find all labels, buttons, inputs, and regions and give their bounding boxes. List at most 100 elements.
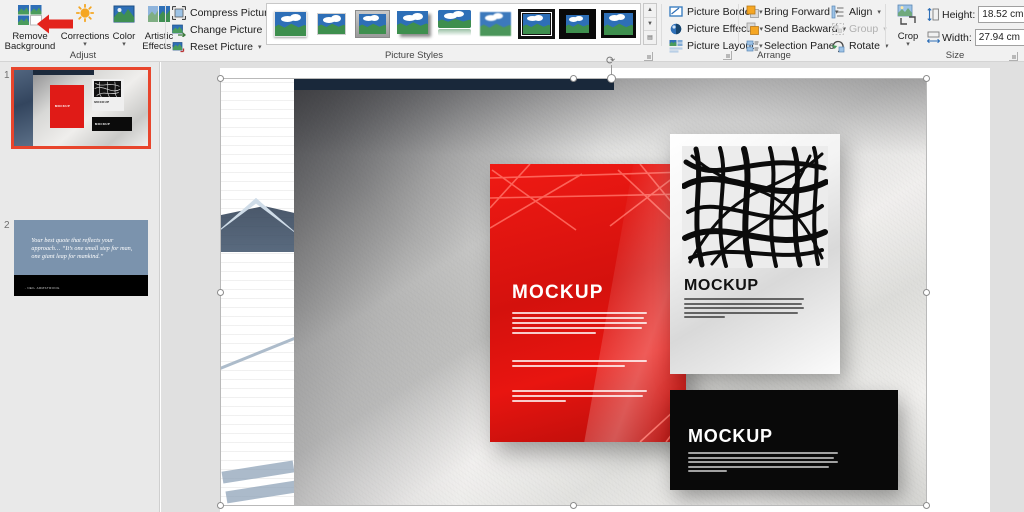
width-field-row: Width: 27.94 cm ▲▼ [926, 29, 1024, 46]
resize-handle-bottom-right[interactable] [923, 502, 930, 509]
thumb1-white-label: MOCKUP [94, 100, 110, 105]
dark-top-band [294, 78, 614, 90]
width-input[interactable]: 27.94 cm [974, 29, 1024, 46]
picture-style-simple-frame-white[interactable] [272, 9, 309, 39]
slide-thumbnail-2[interactable]: Your best quote that reflects your appro… [14, 220, 148, 296]
color-caret-icon[interactable]: ▾ [107, 41, 141, 48]
red-annotation-arrow-icon [36, 14, 74, 39]
resize-handle-top-center[interactable] [570, 75, 577, 82]
thumb2-quote-text: Your best quote that reflects your appro… [31, 236, 133, 260]
white-poster-title: MOCKUP [684, 277, 759, 294]
height-field-row: Height: 18.52 cm ▲▼ [927, 6, 1024, 23]
picture-style-thick-matte-black[interactable] [559, 9, 596, 39]
black-poster-body-text [688, 452, 838, 475]
resize-handle-middle-left[interactable] [217, 289, 224, 296]
picture-style-beveled-matte-white[interactable] [313, 9, 350, 39]
group-label: Group [849, 22, 879, 35]
blue-wall-stairs-photo [220, 78, 294, 506]
red-poster-paragraph-3 [512, 390, 647, 405]
slide-thumbnail-1[interactable]: MOCKUP MOCKUP MOCKUP [11, 67, 151, 149]
size-dialog-launcher[interactable] [1008, 49, 1019, 61]
group-label-adjust: Adjust [69, 50, 97, 61]
ribbon-group-picture-styles: ▲ ▼ ▤ Picture Styles [166, 0, 662, 62]
rotate-handle-icon[interactable]: ⟳ [606, 54, 615, 67]
picture-style-metal-frame[interactable] [354, 9, 391, 39]
slide-canvas[interactable]: ⟳ MOCKUP MOCKUP MOCKUP [161, 55, 1024, 512]
thumb1-blue-wall [14, 70, 33, 146]
crop-button[interactable]: Crop ▾ [891, 4, 925, 48]
group-label-picture-styles: Picture Styles [384, 50, 444, 61]
resize-handle-top-left[interactable] [217, 75, 224, 82]
color-picture-icon [107, 4, 141, 30]
corrections-caret-icon[interactable]: ▾ [59, 41, 111, 48]
red-poster-paragraph-1 [512, 312, 647, 337]
crop-icon [891, 4, 925, 30]
crop-label: Crop [897, 30, 919, 42]
ribbon-group-size: Crop ▾ Height: 18.52 cm ▲▼ [886, 0, 1024, 62]
resize-handle-middle-right[interactable] [923, 289, 930, 296]
thumb1-black-label: MOCKUP [94, 121, 111, 126]
selected-picture[interactable]: MOCKUP MOCKUP MOCKUP [220, 78, 927, 506]
thumb1-red-label: MOCKUP [54, 103, 70, 108]
arrange-inner-separator [738, 4, 739, 44]
bring-forward-label: Bring Forward [764, 5, 830, 18]
thumb1-dark-band [32, 70, 95, 76]
align-caret-icon[interactable]: ▾ [877, 8, 881, 16]
width-label: Width: [942, 31, 972, 44]
align-button[interactable]: Align ▾ [829, 3, 883, 20]
picture-border-icon [669, 5, 683, 19]
picture-styles-dialog-launcher[interactable] [643, 49, 654, 61]
picture-style-simple-frame-black[interactable] [600, 9, 637, 39]
thumb1-black-poster: MOCKUP [91, 117, 132, 131]
white-poster-body-text [684, 298, 804, 321]
width-icon [926, 31, 941, 45]
resize-handle-top-right[interactable] [923, 75, 930, 82]
height-label: Height: [942, 8, 976, 21]
rotate-handle[interactable] [607, 74, 616, 83]
height-icon [927, 7, 939, 22]
picture-styles-gallery[interactable] [266, 3, 641, 45]
ribbon-group-arrange: Picture Border ▾ Picture Effects ▾ Pictu… [662, 0, 889, 62]
slide-number-1: 1 [4, 70, 10, 81]
thumb1-red-poster: MOCKUP [50, 85, 84, 128]
bring-forward-button[interactable]: Bring Forward ▾ [744, 3, 840, 20]
picture-style-drop-shadow-rectangle[interactable] [395, 9, 432, 39]
black-poster-title: MOCKUP [688, 426, 773, 446]
red-poster-title: MOCKUP [512, 282, 604, 303]
white-poster-scribble-art [682, 146, 828, 268]
crop-caret-icon[interactable]: ▾ [891, 41, 925, 48]
slide-thumbnail-panel[interactable]: 1 MOCKUP MOCKUP MOCKUP 2 Your best quote… [0, 62, 160, 512]
powerpoint-window: Remove Background Corrections ▾ Color ▾ … [0, 0, 1024, 512]
group-label-size: Size [945, 50, 965, 61]
color-label: Color [112, 30, 136, 42]
picture-style-double-frame-black[interactable] [518, 9, 555, 39]
red-poster-paragraph-2 [512, 360, 647, 370]
align-label: Align [849, 5, 873, 18]
height-input[interactable]: 18.52 cm [978, 6, 1024, 23]
gallery-more-icon[interactable]: ▤ [644, 31, 656, 44]
white-poster-mockup: MOCKUP [670, 134, 840, 374]
ribbon-picture-format: Remove Background Corrections ▾ Color ▾ … [0, 0, 1024, 62]
blue-wall-texture [220, 78, 294, 506]
picture-effects-icon [669, 22, 683, 36]
resize-handle-bottom-center[interactable] [570, 502, 577, 509]
thumb2-attribution: - NEIL ARMSTRONG [24, 285, 60, 290]
color-button[interactable]: Color ▾ [107, 4, 141, 48]
resize-handle-bottom-left[interactable] [217, 502, 224, 509]
slide-number-2: 2 [4, 220, 10, 231]
picture-style-reflected-rounded-rectangle[interactable] [436, 9, 473, 39]
bring-forward-icon [746, 5, 760, 19]
group-label-arrange: Arrange [757, 50, 791, 61]
black-poster-mockup: MOCKUP [670, 390, 898, 490]
picture-styles-scroll[interactable]: ▲ ▼ ▤ [643, 3, 657, 45]
send-backward-label: Send Backward [764, 22, 838, 35]
align-icon [831, 5, 845, 19]
thumb1-scribble-art [94, 80, 122, 98]
gallery-scroll-down-icon[interactable]: ▼ [644, 18, 656, 32]
gallery-scroll-up-icon[interactable]: ▲ [644, 4, 656, 18]
picture-style-soft-edge-rectangle[interactable] [477, 9, 514, 39]
group-icon [831, 22, 845, 36]
send-backward-icon [746, 22, 760, 36]
group-button: Group ▾ [829, 20, 889, 37]
red-poster-mockup: MOCKUP [490, 164, 686, 442]
